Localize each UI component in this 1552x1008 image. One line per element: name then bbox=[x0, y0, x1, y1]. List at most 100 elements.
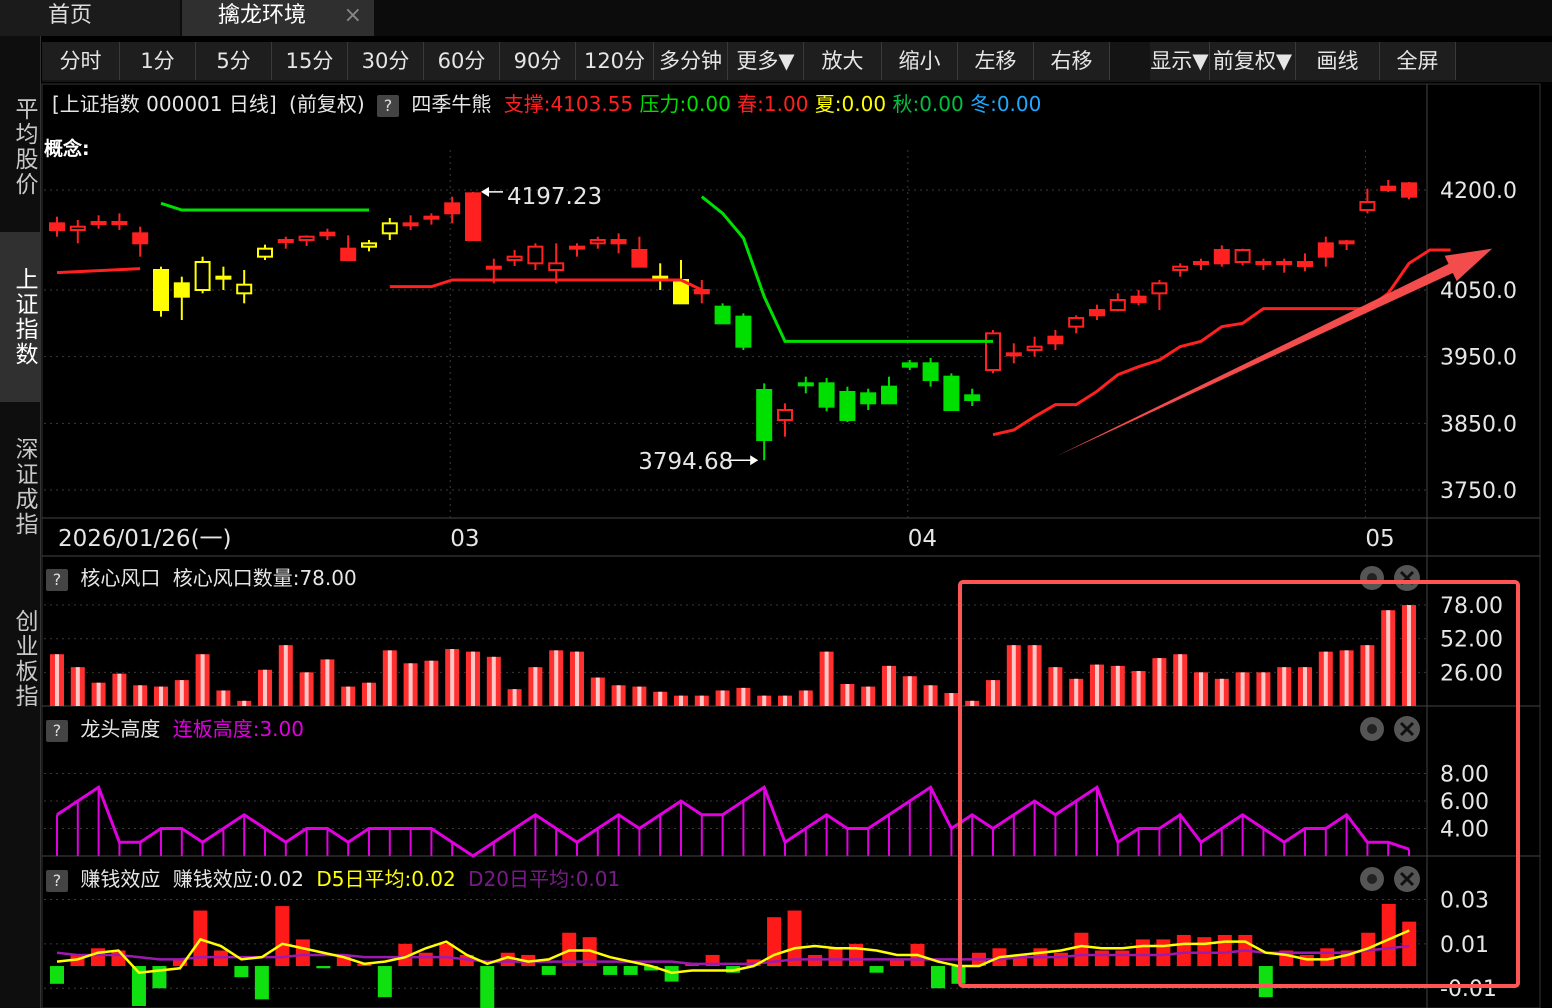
tab-qinlong[interactable]: 擒龙环境 × bbox=[182, 0, 374, 36]
toolbar-button-17[interactable]: 全屏 bbox=[1380, 42, 1456, 80]
zhuanqian-bar bbox=[562, 932, 577, 967]
toolbar-button-11[interactable]: 缩小 bbox=[882, 42, 958, 80]
fengkou-bar bbox=[403, 663, 418, 706]
candle bbox=[319, 228, 336, 240]
bar-highlight bbox=[991, 680, 995, 706]
toolbar-button-1[interactable]: 1分 bbox=[120, 42, 196, 80]
candle bbox=[985, 330, 1001, 374]
sidebar-item-sz-index[interactable]: 深证成指 bbox=[0, 402, 40, 572]
help-icon[interactable]: ? bbox=[46, 569, 68, 591]
help-icon[interactable]: ? bbox=[46, 870, 68, 892]
candle-body bbox=[569, 245, 585, 250]
longtou-value: 连板高度:3.00 bbox=[172, 717, 304, 741]
candle bbox=[277, 236, 294, 249]
fengkou-bar bbox=[362, 682, 376, 706]
sidebar-item-chinext[interactable]: 创业板指 bbox=[0, 574, 40, 744]
zhuanqian-bar bbox=[357, 963, 372, 967]
zhuanqian-bar bbox=[767, 917, 782, 967]
bar-body bbox=[757, 695, 772, 706]
panel-0-icons bbox=[1360, 565, 1420, 591]
zhuanqian-bar bbox=[1402, 921, 1417, 967]
candle-body bbox=[1359, 201, 1376, 211]
candle bbox=[1068, 315, 1085, 334]
candle-body bbox=[173, 282, 190, 298]
tab-home[interactable]: 首页 bbox=[0, 0, 180, 36]
candle-body bbox=[111, 221, 128, 225]
bar-body bbox=[1381, 610, 1396, 706]
candle bbox=[881, 376, 897, 405]
toolbar-button-13[interactable]: 右移 bbox=[1034, 42, 1110, 80]
tab-bar: 首页 擒龙环境 × bbox=[0, 0, 1552, 36]
toolbar-button-2[interactable]: 5分 bbox=[196, 42, 272, 80]
toolbar-button-14[interactable]: 显示▼ bbox=[1150, 42, 1210, 80]
fengkou-bar bbox=[1110, 665, 1125, 706]
bar-body bbox=[299, 672, 314, 706]
candle-body bbox=[1338, 240, 1355, 245]
fengkou-bar bbox=[840, 684, 855, 706]
fengkou-bar bbox=[382, 650, 397, 706]
zhuanqian-bar bbox=[336, 954, 351, 967]
bar-highlight bbox=[845, 684, 850, 706]
zhuanqian-bar bbox=[377, 966, 392, 998]
bar-body bbox=[1214, 678, 1229, 706]
candle-body bbox=[1109, 299, 1126, 311]
close-icon bbox=[1394, 716, 1420, 742]
bar-highlight bbox=[117, 673, 122, 706]
fengkou-bar bbox=[486, 656, 501, 706]
sidebar-item-sh-index[interactable]: 上证指数 bbox=[0, 232, 40, 402]
gear-icon-hub bbox=[1367, 724, 1377, 734]
fengkou-bar bbox=[632, 686, 647, 706]
toolbar-button-3[interactable]: 15分 bbox=[272, 42, 348, 80]
toolbar-button-12[interactable]: 左移 bbox=[958, 42, 1034, 80]
candle bbox=[1005, 343, 1022, 364]
chart-toolbar: 分时 1分 5分 15分 30分 60分 90分 120分 多分钟 更多▼ 放大 缩小 左移 右移 显示▼ 前… bbox=[42, 42, 1552, 82]
zhuanqian-bar bbox=[603, 966, 618, 975]
fengkou-bar bbox=[1256, 672, 1271, 706]
toolbar-button-4[interactable]: 30分 bbox=[348, 42, 424, 80]
fengkou-bar bbox=[1048, 667, 1063, 706]
toolbar-button-6[interactable]: 90分 bbox=[500, 42, 576, 80]
candle bbox=[465, 191, 481, 241]
help-icon[interactable]: ? bbox=[377, 95, 399, 117]
candle-body bbox=[881, 385, 897, 405]
candle-body bbox=[943, 375, 960, 411]
toolbar-button-9[interactable]: 更多▼ bbox=[728, 42, 804, 80]
zhuanqian-bar bbox=[1279, 950, 1294, 967]
fengkou-bar bbox=[757, 695, 772, 706]
bar-body bbox=[507, 689, 522, 706]
toolbar-button-7[interactable]: 120分 bbox=[576, 42, 654, 80]
fengkou-bar bbox=[944, 693, 959, 706]
candle bbox=[173, 276, 190, 320]
candle bbox=[735, 313, 752, 350]
toolbar-button-10[interactable]: 放大 bbox=[804, 42, 882, 80]
zhuanqian-bar bbox=[541, 966, 556, 975]
fengkou-bar bbox=[50, 654, 64, 706]
candle-body bbox=[257, 247, 273, 258]
kline-chart-canvas[interactable]: 4200.0 4050.0 3950.0 3850.0 3750.0 2026/01/26… bbox=[0, 0, 1552, 1008]
bar-highlight bbox=[1323, 651, 1328, 706]
help-icon[interactable]: ? bbox=[46, 720, 68, 742]
fengkou-bar bbox=[1173, 654, 1188, 706]
spring-value: 春:1.00 bbox=[737, 92, 809, 116]
bar-body bbox=[258, 669, 272, 706]
close-icon[interactable]: × bbox=[344, 0, 362, 32]
zhuanqian-bar bbox=[890, 959, 905, 967]
gear-icon-hub bbox=[1367, 874, 1377, 884]
zhuanqian-bar bbox=[480, 966, 495, 1008]
fengkou-bar bbox=[778, 695, 792, 706]
trend-arrow bbox=[1055, 248, 1493, 457]
toolbar-button-15[interactable]: 前复权▼ bbox=[1210, 42, 1296, 80]
toolbar-button-0[interactable]: 分时 bbox=[42, 42, 120, 80]
sidebar-item-avg-price[interactable]: 平均股价 bbox=[0, 62, 40, 232]
toolbar-button-5[interactable]: 60分 bbox=[424, 42, 500, 80]
zhuanqian-bar bbox=[90, 948, 105, 967]
winter-value: 冬:0.00 bbox=[970, 92, 1042, 116]
zhuanqian-bar bbox=[1156, 939, 1171, 967]
bar-highlight bbox=[1074, 678, 1079, 706]
zhuanqian-bar bbox=[50, 966, 64, 984]
fengkou-bar bbox=[694, 695, 709, 706]
toolbar-button-8[interactable]: 多分钟 bbox=[654, 42, 728, 80]
zhuanqian-bar bbox=[1197, 937, 1212, 967]
toolbar-button-16[interactable]: 画线 bbox=[1296, 42, 1380, 80]
zhuanqian-bar bbox=[459, 954, 474, 967]
